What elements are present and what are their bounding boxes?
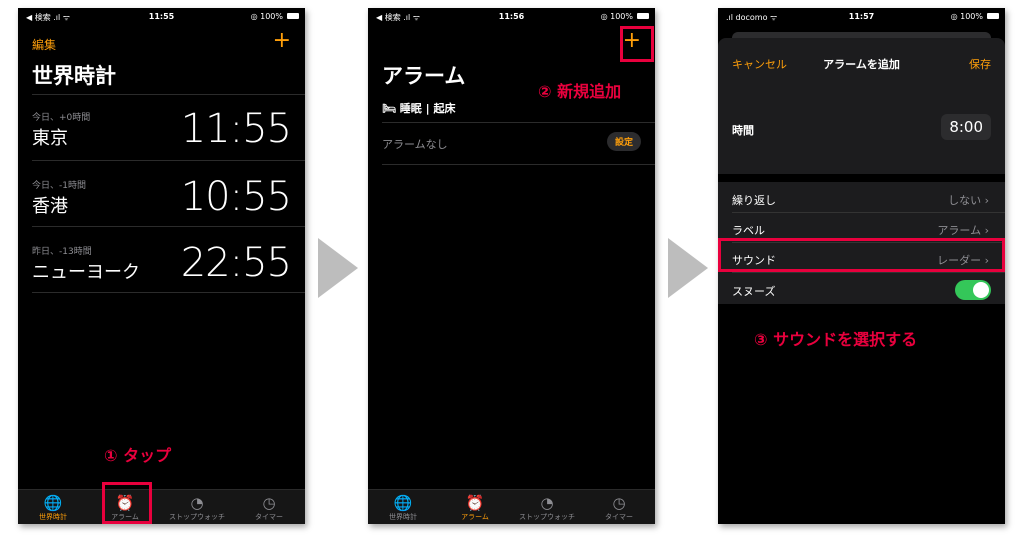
clock-city: 東京 — [32, 128, 68, 149]
add-alarm-screen: .ıl docomo ᯤ 11:57 ◎ 100% キャンセル アラームを追加 … — [718, 8, 1005, 524]
time-picker-row: 時間 8:00 — [718, 88, 1005, 174]
group-gap — [718, 174, 1005, 182]
highlight-add-button — [620, 26, 654, 62]
callout-select-sound: ③ サウンドを選択する — [754, 330, 918, 349]
time-value-field[interactable]: 8:00 — [941, 114, 991, 140]
arrow-right-icon — [318, 238, 358, 298]
tab-stopwatch[interactable]: ◔ ストップウォッチ — [512, 494, 582, 522]
status-bar: ◀ 検索 .ıl ᯤ 11:55 ◎ 100% — [18, 8, 305, 24]
tab-stopwatch[interactable]: ◔ ストップウォッチ — [162, 494, 232, 522]
callout-tap: ① タップ — [104, 446, 172, 465]
tab-timer[interactable]: ◷ タイマー — [584, 494, 654, 522]
tab-label: タイマー — [605, 513, 633, 521]
clock-time: 22:55 — [180, 240, 292, 286]
timer-icon: ◷ — [262, 494, 276, 512]
world-clock-row[interactable]: 今日、-1時間 香港 10:55 — [18, 160, 305, 226]
tab-label: ストップウォッチ — [169, 513, 225, 521]
arrow-right-icon — [668, 238, 708, 298]
stopwatch-icon: ◔ — [540, 494, 554, 512]
alarm-clock-icon: ⏰ — [465, 494, 485, 512]
clock-offset: 今日、-1時間 — [32, 181, 86, 191]
setup-button[interactable]: 設定 — [606, 132, 641, 151]
clock-time: 11:55 — [180, 106, 292, 152]
no-alarm-text: アラームなし — [382, 138, 448, 151]
alarm-screen: ◀ 検索 .ıl ᯤ 11:56 ◎ 100% + アラーム ② 新規追加 🛏 … — [368, 8, 655, 524]
divider — [382, 164, 655, 165]
callout-add-new: ② 新規追加 — [538, 82, 622, 101]
label-label: ラベル — [732, 224, 765, 237]
status-battery-text: ◎ 100% — [250, 12, 283, 21]
divider — [732, 272, 1005, 273]
timer-icon: ◷ — [612, 494, 626, 512]
tab-bar: 🌐 世界時計 ⏰ アラーム ◔ ストップウォッチ ◷ タイマー — [368, 489, 655, 524]
world-clock-screen: ◀ 検索 .ıl ᯤ 11:55 ◎ 100% 編集 + 世界時計 今日、+0時… — [18, 8, 305, 524]
toggle-knob — [973, 282, 989, 298]
edit-button[interactable]: 編集 — [32, 36, 56, 53]
divider — [732, 212, 1005, 213]
clock-city: ニューヨーク — [32, 262, 140, 283]
sleep-wake-label: 🛏 睡眠 | 起床 — [382, 102, 456, 115]
clock-time: 10:55 — [180, 174, 292, 220]
status-bar: ◀ 検索 .ıl ᯤ 11:56 ◎ 100% — [368, 8, 655, 24]
snooze-label: スヌーズ — [732, 285, 776, 298]
repeat-value[interactable]: しない › — [948, 192, 989, 208]
tab-world-clock[interactable]: 🌐 世界時計 — [368, 494, 438, 522]
battery-icon — [637, 13, 649, 19]
tab-label: 世界時計 — [389, 513, 417, 521]
tab-world-clock[interactable]: 🌐 世界時計 — [18, 494, 88, 522]
battery-icon — [987, 13, 999, 19]
clock-offset: 今日、+0時間 — [32, 113, 91, 123]
tab-label: ストップウォッチ — [519, 513, 575, 521]
status-battery-text: ◎ 100% — [950, 12, 983, 21]
globe-icon: 🌐 — [43, 494, 63, 512]
sheet-title: アラームを追加 — [823, 58, 900, 71]
highlight-alarm-tab — [102, 482, 152, 524]
page-title: アラーム — [382, 64, 466, 88]
tab-bar: 🌐 世界時計 ⏰ アラーム ◔ ストップウォッチ ◷ タイマー — [18, 489, 305, 524]
clock-city: 香港 — [32, 196, 68, 217]
repeat-label: 繰り返し — [732, 194, 776, 207]
divider — [32, 292, 305, 293]
clock-offset: 昨日、-13時間 — [32, 247, 92, 257]
tab-label: タイマー — [255, 513, 283, 521]
world-clock-row[interactable]: 今日、+0時間 東京 11:55 — [18, 94, 305, 160]
time-label: 時間 — [732, 124, 754, 137]
save-button[interactable]: 保存 — [969, 56, 991, 72]
highlight-sound-row — [718, 238, 1005, 272]
status-bar: .ıl docomo ᯤ 11:57 ◎ 100% — [718, 8, 1005, 24]
tab-label: 世界時計 — [39, 513, 67, 521]
battery-icon — [287, 13, 299, 19]
page-title: 世界時計 — [32, 64, 116, 88]
tab-alarm[interactable]: ⏰ アラーム — [440, 494, 510, 522]
tab-label: アラーム — [461, 513, 489, 521]
divider — [382, 122, 655, 123]
globe-icon: 🌐 — [393, 494, 413, 512]
world-clock-row[interactable]: 昨日、-13時間 ニューヨーク 22:55 — [18, 226, 305, 292]
tab-timer[interactable]: ◷ タイマー — [234, 494, 304, 522]
snooze-toggle[interactable] — [955, 280, 991, 300]
label-value[interactable]: アラーム › — [937, 222, 989, 238]
status-battery-text: ◎ 100% — [600, 12, 633, 21]
stopwatch-icon: ◔ — [190, 494, 204, 512]
sheet-header: キャンセル アラームを追加 保存 — [718, 38, 1005, 88]
add-button[interactable]: + — [273, 28, 291, 53]
